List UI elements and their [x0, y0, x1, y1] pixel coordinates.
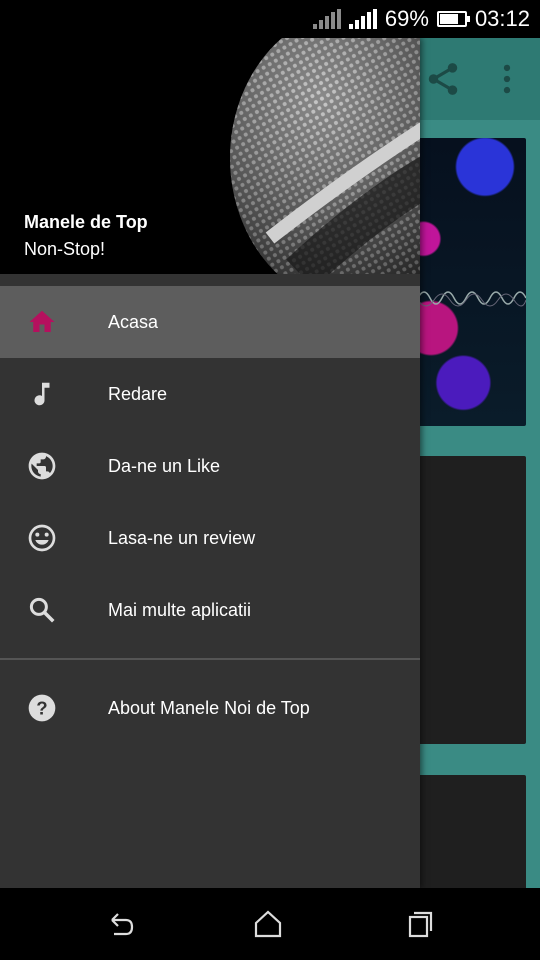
- drawer-title: Manele de Top: [24, 212, 148, 232]
- menu-item-review[interactable]: Lasa-ne un review: [0, 502, 420, 574]
- navigation-drawer: Manele de Top Non-Stop! Acasa Redare Da-…: [0, 38, 420, 888]
- smiley-icon: [24, 520, 60, 556]
- back-icon[interactable]: [102, 906, 138, 942]
- content-card[interactable]: [418, 775, 526, 888]
- system-nav-bar: [0, 888, 540, 960]
- wifi-signal-icon: [312, 9, 341, 29]
- menu-item-label: Lasa-ne un review: [108, 527, 256, 548]
- menu-item-label: Mai multe aplicatii: [108, 599, 252, 620]
- menu-item-label: Acasa: [108, 311, 159, 332]
- menu-item-about[interactable]: ? About Manele Noi de Top: [0, 672, 420, 744]
- svg-text:?: ?: [36, 698, 47, 719]
- content-card[interactable]: [418, 456, 526, 744]
- globe-icon: [24, 448, 60, 484]
- drawer-menu: Acasa Redare Da-ne un Like Lasa-ne un re…: [0, 286, 420, 744]
- battery-percent: 69%: [384, 6, 429, 31]
- drawer-header: Manele de Top Non-Stop!: [0, 38, 420, 274]
- music-note-icon: [24, 376, 60, 412]
- menu-item-like[interactable]: Da-ne un Like: [0, 430, 420, 502]
- menu-divider: [0, 658, 420, 660]
- home-icon: [24, 304, 60, 340]
- battery-icon: [436, 11, 470, 27]
- search-icon: [24, 592, 60, 628]
- cell-signal-icon: [348, 9, 377, 29]
- menu-item-label: Da-ne un Like: [108, 455, 221, 476]
- menu-item-label: About Manele Noi de Top: [108, 697, 310, 718]
- menu-item-acasa[interactable]: Acasa: [0, 286, 420, 358]
- clock: 03:12: [474, 6, 530, 31]
- status-bar: 69% 03:12: [0, 0, 540, 38]
- share-icon[interactable]: [424, 60, 462, 98]
- menu-item-redare[interactable]: Redare: [0, 358, 420, 430]
- waveform-graphic: [418, 291, 526, 307]
- more-vert-icon[interactable]: [488, 60, 526, 98]
- recent-apps-icon[interactable]: [402, 906, 438, 942]
- drawer-subtitle: Non-Stop!: [24, 239, 106, 259]
- featured-card[interactable]: [418, 138, 526, 426]
- menu-item-label: Redare: [108, 383, 168, 404]
- home-nav-icon[interactable]: [250, 906, 286, 942]
- menu-item-more-apps[interactable]: Mai multe aplicatii: [0, 574, 420, 646]
- help-icon: ?: [24, 690, 60, 726]
